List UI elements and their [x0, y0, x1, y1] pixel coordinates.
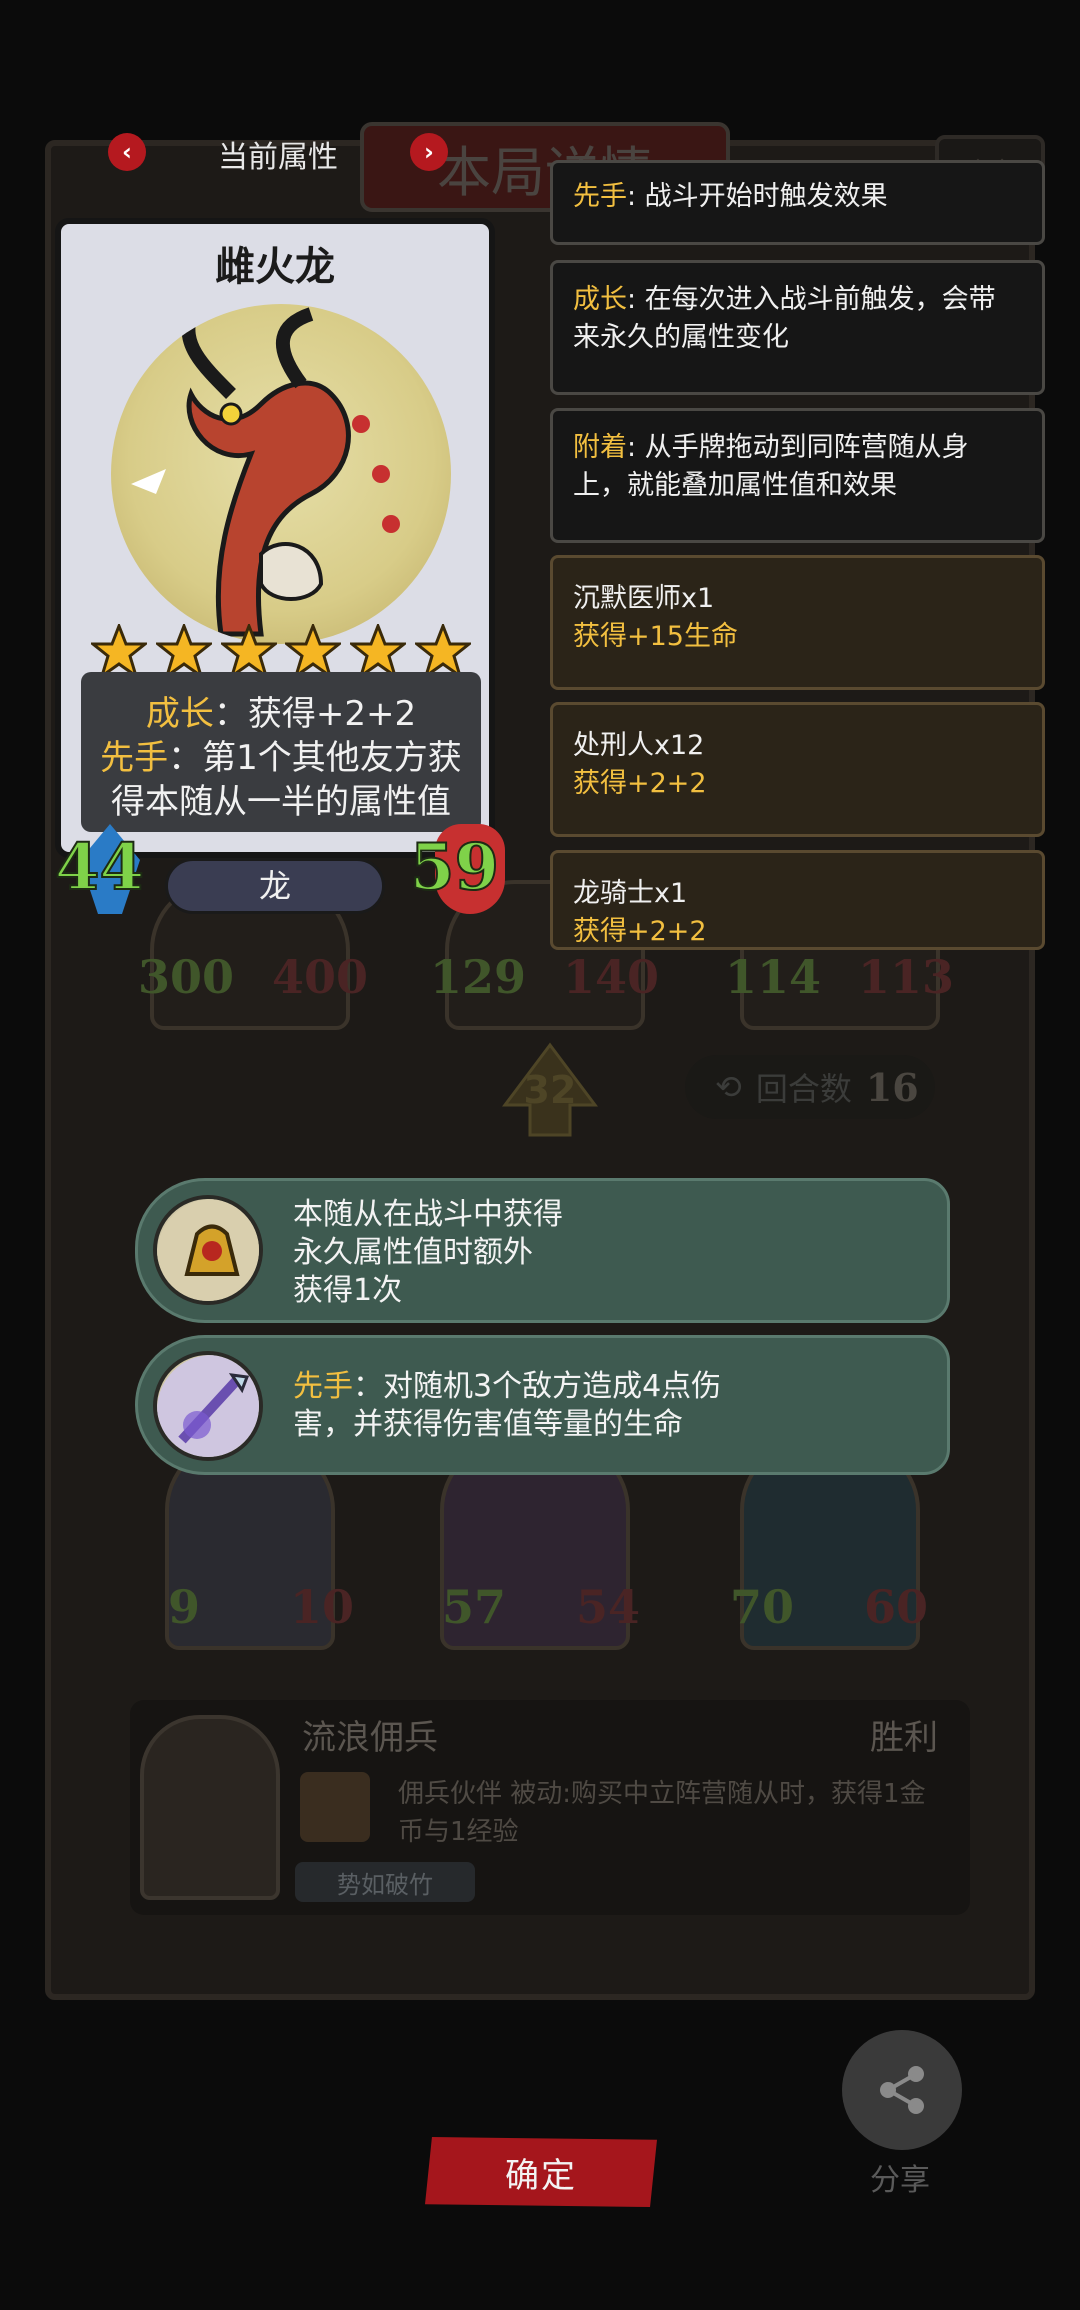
tooltip-text-part: ：对随机3个敌方造成4点伤	[353, 1369, 722, 1404]
mercenary-avatar	[140, 1715, 280, 1900]
minion-health: 140	[563, 950, 660, 1004]
card-growth-line: 成长：获得+2+2	[81, 692, 481, 736]
buff-panel: 龙骑士x1 获得+2+2	[550, 850, 1045, 950]
card-health: 59	[409, 829, 500, 906]
keyword-panel: 成长: 在每次进入战斗前触发，会带来永久的属性变化	[550, 260, 1045, 395]
minion-health: 60	[864, 1580, 929, 1634]
keyword-text: : 战斗开始时触发效果	[627, 181, 888, 212]
confirm-button[interactable]: 确定	[425, 2137, 657, 2207]
mercenary-description: 佣兵伙伴 被动:购买中立阵营随从时，获得1金币与1经验	[398, 1779, 926, 1847]
spear-relic-icon	[153, 1351, 263, 1461]
level-arrow-icon: 32	[500, 1040, 600, 1140]
minion-health: 54	[576, 1580, 641, 1634]
buff-gain: 获得+2+2	[573, 768, 707, 799]
buff-panel: 处刑人x12 获得+2+2	[550, 702, 1045, 837]
minion-health: 10	[290, 1580, 355, 1634]
keyword: 附着	[573, 432, 627, 463]
growth-keyword: 成长	[145, 694, 214, 734]
refresh-icon: ⟲	[715, 1068, 742, 1106]
card-opener-line-2: 得本随从一半的属性值	[111, 782, 451, 822]
keyword: 先手	[293, 1369, 353, 1404]
star-icon	[91, 624, 147, 678]
dragon-portrait	[111, 304, 451, 644]
prev-arrow-button[interactable]: ‹	[108, 133, 146, 171]
tooltip-line: 害，并获得伤害值等量的生命	[293, 1407, 683, 1442]
tooltip-line: 本随从在战斗中获得	[293, 1197, 563, 1232]
tooltip-text: 本随从在战斗中获得 永久属性值时额外 获得1次	[293, 1196, 563, 1310]
opener-keyword: 先手	[100, 738, 169, 778]
relic-tooltip: 先手：对随机3个敌方造成4点伤 害，并获得伤害值等量的生命	[135, 1335, 950, 1475]
minion-attack: 57	[442, 1580, 507, 1634]
mercenary-tag: 势如破竹	[295, 1862, 475, 1902]
share-button[interactable]	[842, 2030, 962, 2150]
minion-health: 113	[858, 950, 955, 1004]
minion-card: 雌火龙 成长：获得+2+2 先手：第1个其他友方获 得本随从一半的属性值 44 …	[54, 218, 505, 928]
card-opener-line: 先手：第1个其他友方获	[81, 736, 481, 780]
minion-health: 400	[272, 950, 369, 1004]
minion-attack: 129	[430, 950, 527, 1004]
buff-panel: 沉默医师x1 获得+15生命	[550, 555, 1045, 690]
star-icon	[155, 624, 212, 678]
keyword-text: : 在每次进入战斗前触发，会带来永久的属性变化	[573, 284, 996, 353]
buff-gain: 获得+2+2	[573, 916, 707, 947]
keyword: 先手	[573, 181, 627, 212]
keyword-panel: 先手: 战斗开始时触发效果	[550, 160, 1045, 245]
buff-source: 处刑人x12	[573, 730, 705, 761]
turn-level: 32	[523, 1068, 577, 1112]
next-arrow-button[interactable]: ›	[410, 133, 448, 171]
keyword: 成长	[573, 284, 627, 315]
share-label: 分享	[870, 2163, 930, 2198]
share-icon	[880, 2066, 924, 2114]
star-icon	[285, 624, 342, 678]
star-rating	[91, 624, 471, 678]
card-name: 雌火龙	[215, 244, 335, 290]
star-icon	[350, 624, 407, 678]
minion-attack: 114	[725, 950, 822, 1004]
page-title: 当前属性	[218, 140, 338, 175]
star-icon	[414, 624, 471, 678]
golden-bell-icon	[153, 1195, 263, 1305]
mercenary-name: 流浪佣兵	[302, 1718, 438, 1758]
tooltip-text: 先手：对随机3个敌方造成4点伤 害，并获得伤害值等量的生命	[293, 1368, 721, 1444]
minion-attack: 9	[168, 1580, 201, 1634]
growth-text: ：获得+2+2	[213, 694, 417, 734]
tribe-label: 龙	[165, 858, 385, 914]
tooltip-line: 先手：对随机3个敌方造成4点伤	[293, 1368, 721, 1406]
card-attack: 44	[54, 829, 145, 906]
minion-attack: 70	[730, 1580, 795, 1634]
buff-source: 龙骑士x1	[573, 878, 688, 909]
round-counter: ⟲ 回合数 16	[685, 1055, 935, 1119]
keyword-panel: 附着: 从手牌拖动到同阵营随从身上，就能叠加属性值和效果	[550, 408, 1045, 543]
keyword-text: : 从手牌拖动到同阵营随从身上，就能叠加属性值和效果	[573, 432, 969, 501]
lantern-icon	[300, 1772, 370, 1842]
battle-result: 胜利	[870, 1718, 938, 1758]
tooltip-line: 获得1次	[293, 1273, 403, 1308]
buff-source: 沉默医师x1	[573, 583, 715, 614]
opener-text-1: ：第1个其他友方获	[168, 738, 462, 778]
round-label: 回合数	[755, 1070, 852, 1108]
card-face: 雌火龙 成长：获得+2+2 先手：第1个其他友方获 得本随从一半的属性值	[55, 218, 495, 858]
buff-gain: 获得+15生命	[573, 621, 738, 652]
tooltip-line: 永久属性值时额外	[293, 1235, 533, 1270]
star-icon	[220, 624, 277, 678]
relic-tooltip: 本随从在战斗中获得 永久属性值时额外 获得1次	[135, 1178, 950, 1323]
minion-attack: 300	[138, 950, 235, 1004]
round-value: 16	[865, 1064, 919, 1110]
